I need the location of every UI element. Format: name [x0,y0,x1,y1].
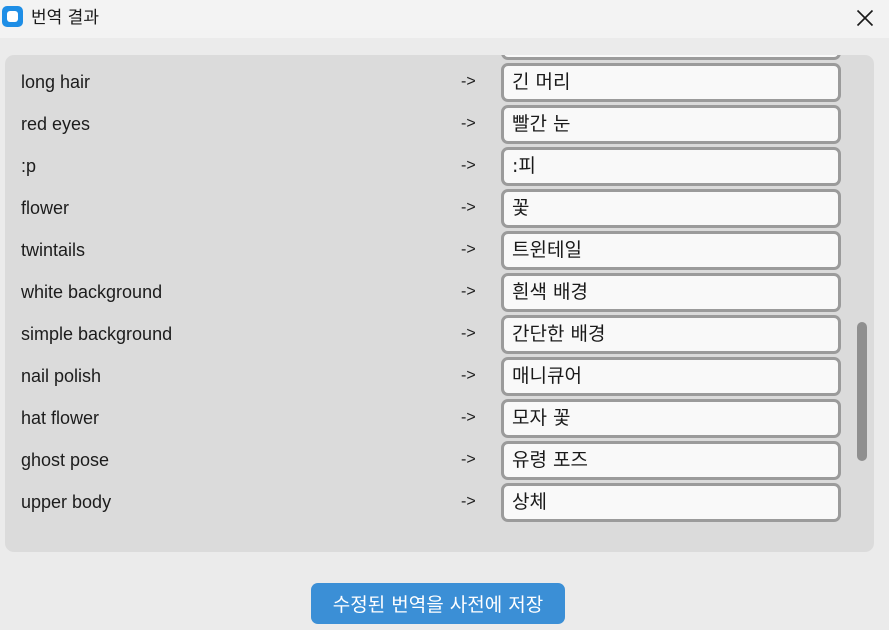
translation-row: ghost pose -> 유령 포즈 [5,439,850,481]
save-to-dictionary-button[interactable]: 수정된 번역을 사전에 저장 [311,583,565,624]
source-tag-label: simple background [21,324,173,344]
arrow-label: -> [461,493,476,510]
translation-field[interactable]: 빨간 눈 [501,105,841,144]
arrow-label: -> [461,241,476,258]
arrow-label: -> [461,283,476,300]
source-tag-label: long hair [21,72,91,92]
arrow-label: -> [461,199,476,216]
translation-row: simple background -> 간단한 배경 [5,313,850,355]
source-tag-label: flower [21,198,70,218]
scrollbar-thumb[interactable] [857,322,867,461]
title-bar: 번역 결과 [0,0,889,38]
source-tag-label: nail polish [21,366,102,386]
translation-row: flower -> 꽃 [5,187,850,229]
arrow-label: -> [461,73,476,90]
source-tag-label: ghost pose [21,450,110,470]
translation-row: nail polish -> 매니큐어 [5,355,850,397]
translation-field[interactable]: 흰색 배경 [501,273,841,312]
translation-field[interactable]: 트윈테일 [501,231,841,270]
translation-field[interactable]: 꽃 [501,189,841,228]
translation-row: :p -> :피 [5,145,850,187]
close-icon [856,9,874,27]
translation-field[interactable]: :피 [501,147,841,186]
arrow-label: -> [461,451,476,468]
translation-field[interactable]: 긴 머리 [501,63,841,102]
source-tag-label: white background [21,282,163,302]
source-tag-label: red eyes [21,114,91,134]
translation-row: upper body -> 상체 [5,481,850,523]
app-icon [2,6,23,27]
translation-field[interactable]: 모자 꽃 [501,399,841,438]
translation-row: red eyes -> 빨간 눈 [5,103,850,145]
translation-row: hat flower -> 모자 꽃 [5,397,850,439]
translation-list-panel: solo->혼자long hair->긴 머리red eyes->빨간 눈:p-… [5,55,874,552]
window-title: 번역 결과 [31,8,99,28]
arrow-label: -> [461,325,476,342]
translation-row: white background -> 흰색 배경 [5,271,850,313]
translation-row: twintails -> 트윈테일 [5,229,850,271]
close-button[interactable] [850,4,880,32]
source-tag-label: upper body [21,492,112,512]
translation-field[interactable]: 간단한 배경 [501,315,841,354]
translation-field[interactable]: 유령 포즈 [501,441,841,480]
arrow-label: -> [461,409,476,426]
arrow-label: -> [461,115,476,132]
translation-field[interactable]: 상체 [501,483,841,522]
translation-field[interactable]: 매니큐어 [501,357,841,396]
translation-row: long hair -> 긴 머리 [5,61,850,103]
arrow-label: -> [461,157,476,174]
vertical-scrollbar[interactable] [857,55,869,552]
source-tag-label: :p [21,156,37,176]
source-tag-label: hat flower [21,408,100,428]
arrow-label: -> [461,367,476,384]
source-tag-label: twintails [21,240,86,260]
translation-field[interactable]: 혼자 [501,55,841,60]
